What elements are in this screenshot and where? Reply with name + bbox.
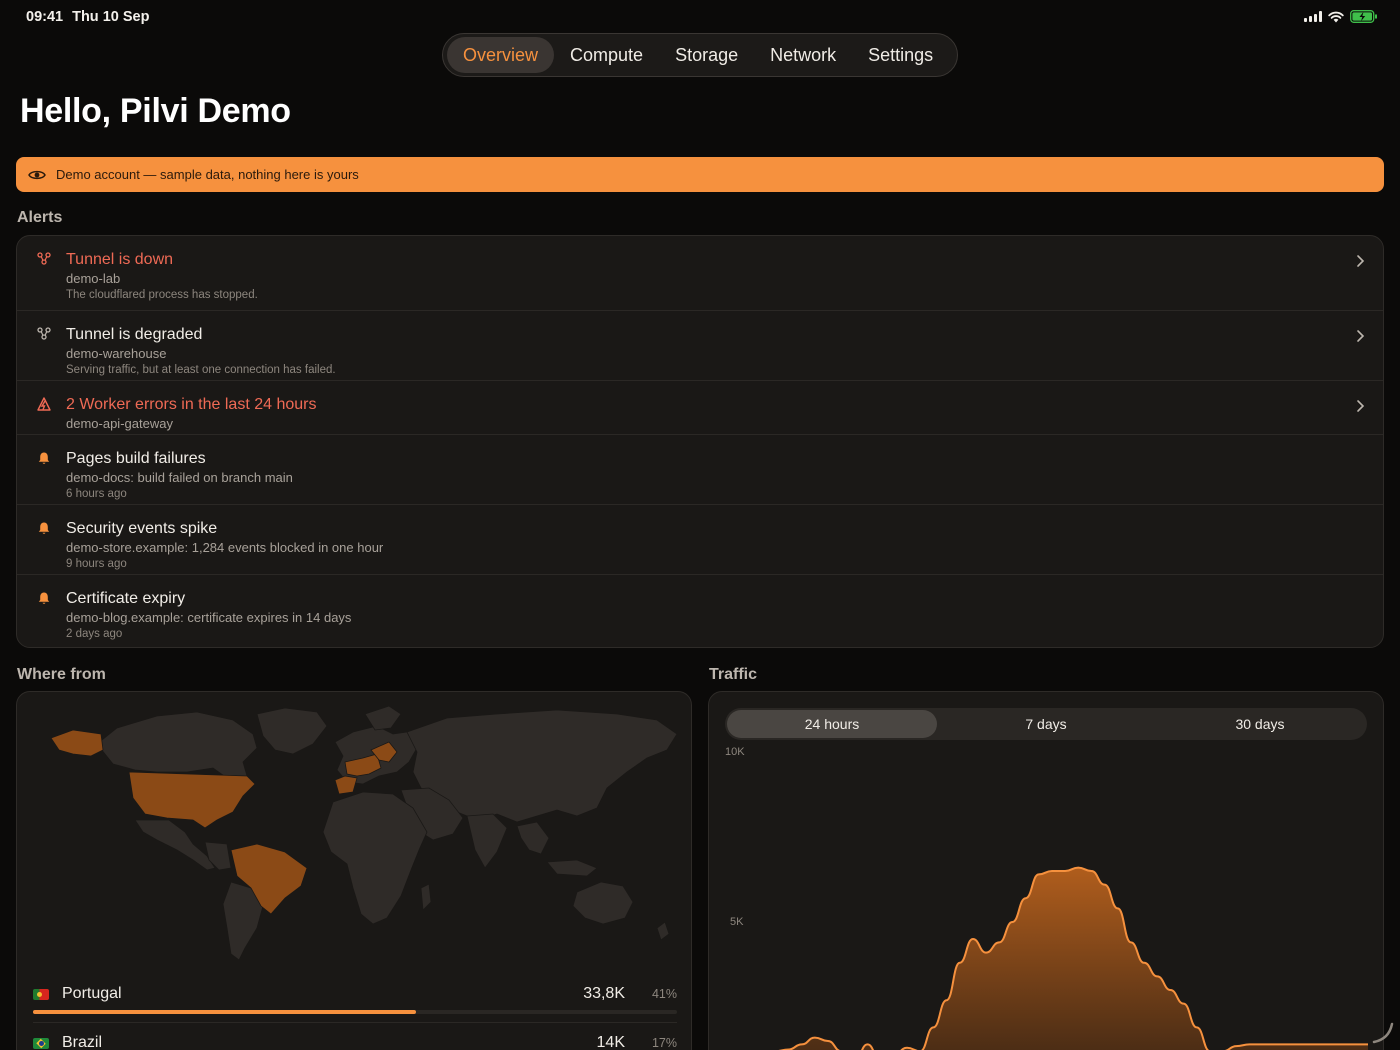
alert-item[interactable]: Tunnel is down demo-lab The cloudflared … [17,236,1383,311]
clock: 09:41 [26,9,64,25]
alert-item[interactable]: Security events spike demo-store.example… [17,505,1383,575]
traffic-heading: Traffic [709,666,758,683]
bell-icon [38,452,50,464]
country-name: Brazil [62,1034,103,1050]
traffic-area [783,867,1368,1050]
bell-icon [38,522,50,534]
traffic-card: 24 hours 7 days 30 days 10K 5K [708,691,1384,1050]
traffic-chart [778,866,1368,1050]
status-icons [1304,10,1378,23]
where-from-card: Portugal 33,8K 41% Brazil 14K 17% [16,691,692,1050]
alert-detail: Serving traffic, but at least one connec… [66,364,336,376]
alert-item[interactable]: 2 Worker errors in the last 24 hours dem… [17,381,1383,435]
share-bar-fill [33,1010,416,1014]
alerts-card: Tunnel is down demo-lab The cloudflared … [16,235,1384,648]
wifi-icon [1328,11,1344,22]
banner-text: Demo account — sample data, nothing here… [56,167,359,182]
chevron-right-icon [1357,330,1365,342]
divider [33,1022,677,1023]
country-percent: 41% [651,987,677,1001]
bell-icon [38,592,50,604]
alerts-heading: Alerts [17,209,63,226]
alert-detail: The cloudflared process has stopped. [66,289,258,301]
brazil-flag-icon [33,1037,49,1049]
resize-handle-icon[interactable] [1370,1020,1396,1046]
country-percent: 17% [651,1036,677,1050]
alert-title: Tunnel is down [66,251,174,268]
signal-icon [1304,11,1322,22]
alert-item[interactable]: Tunnel is degraded demo-warehouse Servin… [17,311,1383,381]
country-row[interactable]: Brazil 14K 17% [33,1032,677,1050]
tab-compute[interactable]: Compute [554,37,659,73]
alert-subtitle: demo-warehouse [66,346,167,361]
alert-subtitle: demo-store.example: 1,284 events blocked… [66,540,384,555]
worker-error-icon [37,397,51,411]
eye-icon [28,169,46,181]
portugal-flag-icon [33,988,49,1000]
demo-banner: Demo account — sample data, nothing here… [16,157,1384,192]
tab-storage[interactable]: Storage [659,37,754,73]
chevron-right-icon [1357,255,1365,267]
alert-title: Security events spike [66,520,218,537]
alert-title: Tunnel is degraded [66,326,203,343]
date: Thu 10 Sep [72,9,150,25]
alert-title: Certificate expiry [66,590,186,607]
tab-network[interactable]: Network [754,37,852,73]
tab-settings[interactable]: Settings [852,37,949,73]
alert-timestamp: 9 hours ago [66,558,127,570]
alert-subtitle: demo-blog.example: certificate expires i… [66,610,352,625]
alert-item[interactable]: Certificate expiry demo-blog.example: ce… [17,575,1383,647]
alert-title: 2 Worker errors in the last 24 hours [66,396,317,413]
tunnel-icon [37,327,51,340]
top-tab-bar: Overview Compute Storage Network Setting… [442,33,958,77]
country-name: Portugal [62,985,122,1002]
where-from-heading: Where from [17,666,106,683]
battery-charging-icon [1350,10,1377,23]
alert-item[interactable]: Pages build failures demo-docs: build fa… [17,435,1383,505]
alert-timestamp: 2 days ago [66,628,123,640]
page-title: Hello, Pilvi Demo [20,92,291,130]
country-count: 33,8K [583,985,625,1002]
status-time: 09:41 Thu 10 Sep [26,9,158,25]
alert-subtitle: demo-api-gateway [66,416,173,431]
chevron-right-icon [1357,400,1365,412]
tunnel-icon [37,252,51,265]
alert-timestamp: 6 hours ago [66,488,127,500]
tab-overview[interactable]: Overview [447,37,555,73]
world-map [50,705,678,961]
alert-subtitle: demo-lab [66,271,121,286]
country-count: 14K [596,1034,625,1050]
alert-title: Pages build failures [66,450,206,467]
share-bar [33,1010,677,1014]
country-row[interactable]: Portugal 33,8K 41% [33,983,677,1014]
alert-subtitle: demo-docs: build failed on branch main [66,470,293,485]
